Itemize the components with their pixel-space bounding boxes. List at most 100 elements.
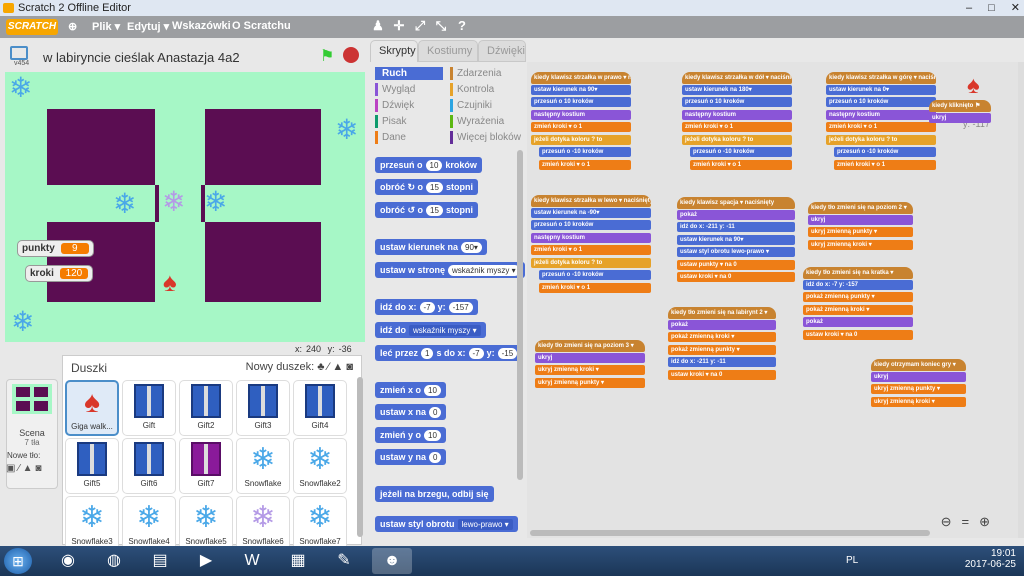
system-clock[interactable]: 19:01 2017-06-25 xyxy=(965,548,1016,570)
sprite-tile[interactable]: Gift3 xyxy=(236,380,290,436)
paint-icon[interactable]: ⁄ xyxy=(327,361,329,373)
block-turn-right[interactable]: obróć ↻ o 15 stopni xyxy=(375,179,478,195)
script-block[interactable]: przesuń o -10 kroków xyxy=(539,270,651,280)
sprite-tile[interactable]: Gift5 xyxy=(65,438,119,494)
tab-sounds[interactable]: Dźwięki xyxy=(478,40,526,62)
script-block[interactable]: ustaw kroki ▾ na 0 xyxy=(668,369,776,380)
script-block[interactable]: ukryj zmienną punkty ▾ xyxy=(808,227,913,237)
script-block[interactable]: ukryj zmienną punkty ▾ xyxy=(871,384,966,394)
media-player-icon[interactable]: ▶ xyxy=(186,548,226,574)
script-block[interactable]: ukryj xyxy=(808,214,913,225)
scratch-logo[interactable]: SCRATCH xyxy=(6,19,58,35)
script-block[interactable]: następny kostium xyxy=(531,232,651,243)
block-bounce[interactable]: jeżeli na brzegu, odbij się xyxy=(375,486,494,502)
giga-sprite[interactable]: ♠ xyxy=(163,268,177,296)
explorer2-icon[interactable]: ▦ xyxy=(278,548,318,574)
script-block[interactable]: pokaż xyxy=(803,317,913,327)
block-point-towards[interactable]: ustaw w stronę wskaźnik myszy ▾ xyxy=(375,262,525,278)
script-block[interactable]: następny kostium xyxy=(531,109,631,120)
sprite-tile[interactable]: ❄ Snowflake5 xyxy=(179,496,233,552)
sprite-tile[interactable]: Gift7 xyxy=(179,438,233,494)
script-block[interactable]: pokaż xyxy=(668,319,776,330)
menu-edit[interactable]: Edytuj ▾ xyxy=(127,20,169,33)
script-block[interactable]: ustaw kroki ▾ na 0 xyxy=(803,329,913,340)
paint-app-icon[interactable]: ✎ xyxy=(324,548,364,574)
chrome-icon[interactable]: ◉ xyxy=(48,548,88,574)
word-icon[interactable]: W xyxy=(232,548,272,574)
script-block[interactable]: przesuń o 10 kroków xyxy=(682,97,792,107)
block-change-y[interactable]: zmień y o 10 xyxy=(375,427,446,443)
grow-tool-icon[interactable]: ⤢ xyxy=(413,19,427,33)
script-block[interactable]: ustaw kierunek na 0▾ xyxy=(826,84,936,95)
palette-scrollbar[interactable] xyxy=(517,150,523,480)
category-wyrażenia[interactable]: Wyrażenia xyxy=(450,115,523,128)
language-indicator[interactable]: PL xyxy=(846,555,858,566)
script-block[interactable]: pokaż xyxy=(677,209,795,220)
script-block[interactable]: jeżeli dotyka koloru ? to xyxy=(826,134,936,145)
script-block[interactable]: ustaw kierunek na 90▾ xyxy=(531,84,631,95)
script-block[interactable]: kiedy tło zmieni się na kratka ▾ xyxy=(803,267,913,279)
snowflake-sprite[interactable]: ❄ xyxy=(204,188,227,216)
sprites-scrollbar[interactable] xyxy=(357,377,363,537)
script-block[interactable]: następny kostium xyxy=(826,109,936,120)
script-block[interactable]: kiedy klawisz strzałka w lewo ▾ naciśnię… xyxy=(531,195,651,207)
script-block[interactable]: kiedy klawisz strzałka w prawo ▾ naciśni… xyxy=(531,72,631,84)
explorer-icon[interactable]: ▤ xyxy=(140,548,180,574)
zoom-reset-icon[interactable]: = xyxy=(962,514,970,530)
script-block[interactable]: kiedy tło zmieni się na poziom 2 ▾ xyxy=(808,202,913,214)
project-title[interactable]: w labiryncie cieślak Anastazja 4a2 xyxy=(43,50,240,65)
snowflake-sprite[interactable]: ❄ xyxy=(11,308,34,336)
script-block[interactable]: kiedy klawisz spacja ▾ naciśnięty xyxy=(677,197,795,209)
script-block[interactable]: kiedy klawisz strzałka w górę ▾ naciśnię… xyxy=(826,72,936,84)
script-block[interactable]: przesuń o 10 kroków xyxy=(531,97,631,107)
scripts-h-scrollbar[interactable] xyxy=(530,530,930,536)
sprite-tile[interactable]: Gift2 xyxy=(179,380,233,436)
sprite-tile[interactable]: ❄ Snowflake4 xyxy=(122,496,176,552)
sprite-tile[interactable]: Gift4 xyxy=(293,380,347,436)
delete-tool-icon[interactable]: ✛ xyxy=(392,19,406,33)
sprite-tile[interactable]: ❄ Snowflake xyxy=(236,438,290,494)
block-change-x[interactable]: zmień x o 10 xyxy=(375,382,446,398)
camera-icon[interactable]: ◙ xyxy=(346,361,353,373)
script-block[interactable]: ukryj zmienną kroki ▾ xyxy=(535,365,645,375)
watcher-punkty[interactable]: punkty 9 xyxy=(17,240,94,257)
block-rotation-style[interactable]: ustaw styl obrotu lewo-prawo ▾ xyxy=(375,516,518,532)
script-block[interactable]: przesuń o -10 kroków xyxy=(834,147,936,157)
sprite-tile[interactable]: ♠ Giga walk... xyxy=(65,380,119,436)
new-backdrop-icons[interactable]: ▣ ⁄ ▲ ◙ xyxy=(6,463,41,474)
scripts-area[interactable]: ♠ y: -117 ⊖ = ⊕ kiedy klawisz strzałka w… xyxy=(527,62,1024,538)
close-button[interactable]: ✕ xyxy=(1011,0,1020,16)
tab-scripts[interactable]: Skrypty xyxy=(370,40,418,62)
green-flag-icon[interactable]: ⚑ xyxy=(320,46,334,66)
block-goto-xy[interactable]: idź do x: -7 y: -157 xyxy=(375,299,478,315)
minimize-button[interactable]: – xyxy=(966,0,972,16)
script-block[interactable]: ukryj xyxy=(929,112,991,123)
script-block[interactable]: zmień kroki ▾ o 1 xyxy=(539,282,651,293)
script-block[interactable]: ustaw styl obrotu lewo-prawo ▾ xyxy=(677,247,795,257)
script-block[interactable]: jeżeli dotyka koloru ? to xyxy=(682,134,792,145)
icon-globe[interactable]: ⊕ xyxy=(68,20,77,33)
scripts-v-scrollbar[interactable] xyxy=(1018,62,1024,538)
script-block[interactable]: idź do x: -211 y: -11 xyxy=(677,222,795,232)
snowflake-sprite[interactable]: ❄ xyxy=(335,116,358,144)
block-set-y[interactable]: ustaw y na 0 xyxy=(375,449,447,465)
sprite-library-icon[interactable]: ♣ xyxy=(317,361,324,373)
script-block[interactable]: zmień kroki ▾ o 1 xyxy=(826,122,936,132)
script-block[interactable]: przesuń o 10 kroków xyxy=(531,220,651,230)
sprite-tile[interactable]: ❄ Snowflake3 xyxy=(65,496,119,552)
snowflake-sprite[interactable]: ❄ xyxy=(9,74,32,102)
duplicate-tool-icon[interactable]: ♟ xyxy=(371,19,385,33)
firefox-icon[interactable]: ◍ xyxy=(94,548,134,574)
script-block[interactable]: pokaż zmienną kroki ▾ xyxy=(668,332,776,342)
script-block[interactable]: ustaw kroki ▾ na 0 xyxy=(677,272,795,282)
tab-costumes[interactable]: Kostiumy xyxy=(418,40,478,62)
sprite-tile[interactable]: Gift xyxy=(122,380,176,436)
snowflake-sprite[interactable]: ❄ xyxy=(113,190,136,218)
script-block[interactable]: przesuń o -10 kroków xyxy=(539,147,631,157)
script-block[interactable]: kiedy otrzymam koniec gry ▾ xyxy=(871,359,966,371)
sprite-tile[interactable]: ❄ Snowflake7 xyxy=(293,496,347,552)
script-block[interactable]: zmień kroki ▾ o 1 xyxy=(690,159,792,170)
snowflake-sprite[interactable]: ❄ xyxy=(162,188,185,216)
script-block[interactable]: następny kostium xyxy=(682,109,792,120)
script-block[interactable]: pokaż zmienną punkty ▾ xyxy=(668,344,776,355)
